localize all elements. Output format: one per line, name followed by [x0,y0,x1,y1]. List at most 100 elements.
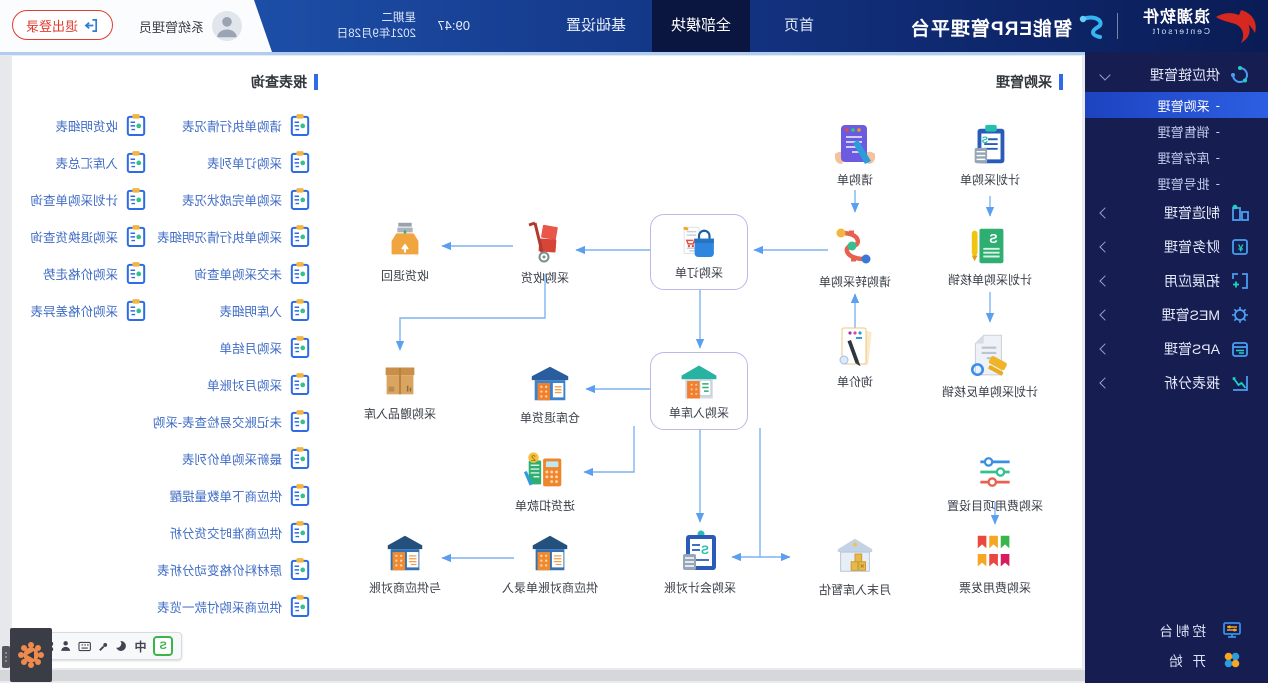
report-item[interactable]: 收货明细表 [55,113,146,137]
report-clipboard-icon [290,224,310,248]
report-item[interactable]: 采购单执行情况明细表 [157,224,310,248]
flow-node-purchase-inbound[interactable]: 采购入库单 [650,352,748,430]
report-item[interactable]: 采购订单列表 [207,150,310,174]
flow-node-accounting-reconcile[interactable]: S 采购会计对账 [625,528,775,596]
node-label: 采购费用发票 [920,579,1070,596]
sidebar-item-sales[interactable]: -销售管理 [1085,118,1268,144]
sogou-logo-icon[interactable]: S [153,636,173,656]
report-label: 采购订单列表 [207,153,282,172]
tab-basic-settings[interactable]: 基础设置 [552,0,640,52]
report-item[interactable]: 供应商采购付款一览表 [157,594,310,618]
platform-s-logo-icon [1076,12,1110,42]
report-clipboard-icon [290,372,310,396]
report-item[interactable]: 最新采购单价列表 [182,446,310,470]
ime-mode-chinese[interactable]: 中 [134,638,146,655]
sidebar-item-inventory[interactable]: -库存管理 [1085,144,1268,170]
title-accent-bar [314,74,318,90]
title-accent-bar [1059,74,1063,90]
report-label: 采购月结单 [219,338,282,357]
node-label: 计划采购单 [915,171,1065,188]
report-item[interactable]: 采购退换货查询 [30,224,146,248]
sidebar-group-finance[interactable]: ¥ 财务管理 [1085,230,1268,264]
report-item[interactable]: 采购月结单 [219,335,310,359]
sidebar-group-extension[interactable]: 拓展应用 [1085,264,1268,298]
svg-text:S: S [701,543,709,557]
floating-tool-widget[interactable] [10,628,52,682]
flow-node-supplier-statement-entry[interactable]: 供应商对账单录入 [475,530,625,596]
horizontal-scrollbar[interactable] [0,670,1085,681]
vertical-scrollbar[interactable] [0,56,10,668]
flow-node-warehouse-return[interactable]: 仓库退货单 [475,360,625,426]
handtruck-icon [521,218,569,266]
sidebar-group-supply-chain[interactable]: 供应链管理 [1085,58,1268,92]
reports-section-title: 报表查询 [251,72,318,92]
flow-node-supplier-reconcile[interactable]: 与供应商对账 [330,530,480,596]
report-item[interactable]: 采购单完成状况表 [182,187,310,211]
green-writeoff-doc-icon: S [967,222,1013,268]
flow-node-inquiry[interactable]: 询价单 [780,322,930,390]
flow-node-req-to-po[interactable]: 请购转采购单 [780,222,930,290]
report-item[interactable]: 采购价格差异表 [30,298,146,322]
report-analysis-icon [1230,373,1250,393]
avatar[interactable] [212,11,242,41]
node-label: 与供应商对账 [330,579,480,596]
report-item[interactable]: 入库明细表 [219,298,310,322]
tab-home[interactable]: 首页 [768,0,830,52]
flow-node-expense-invoice[interactable]: 采购费用发票 [920,530,1070,596]
report-clipboard-icon [290,335,310,359]
console-button[interactable]: 控制台 [1085,615,1268,645]
report-label: 收货明细表 [55,116,118,135]
flow-node-gift-inbound[interactable]: 采购赠品入库 [325,356,475,422]
report-label: 采购月对账单 [207,375,282,394]
sidebar-group-mes[interactable]: MES管理 [1085,298,1268,332]
node-label: 进货扣款单 [470,497,620,514]
exit-door-icon [84,18,99,33]
purchase-order-bag-icon [678,222,720,264]
logout-button[interactable]: 退出登录 [12,10,113,40]
tool-icon[interactable] [98,641,109,652]
sidebar-item-batch[interactable]: -批号管理 [1085,170,1268,196]
sidebar-group-label: APS管理 [1164,339,1220,359]
keyboard-icon[interactable] [78,641,91,652]
node-label: 月末入库暂估 [780,581,930,598]
calculator-deduction-icon: 2 [522,448,568,494]
report-item[interactable]: 入库汇总表 [55,150,146,174]
moon-icon[interactable] [116,640,128,652]
brand-subname: Centersoft [1142,26,1210,36]
node-label: 采购入库单 [669,406,729,420]
widget-handle[interactable] [2,646,10,668]
flow-node-purchase-order[interactable]: 采购订单 [650,214,748,290]
dash: - [1216,176,1220,191]
ime-toolbar[interactable]: S 中 [34,632,182,660]
tab-all-modules[interactable]: 全部模块 [652,0,750,52]
report-item[interactable]: 原材料价格变动分析表 [157,557,310,581]
sidebar-group-aps[interactable]: APS管理 [1085,332,1268,366]
flow-node-monthend-estimate[interactable]: 月末入库暂估 [780,532,930,598]
flow-node-plan-reverse-writeoff[interactable]: 计划采购单反核销 [915,330,1065,400]
date-label: 2021年9月28日 [337,26,416,42]
sidebar-item-label: 采购管理 [1158,96,1210,115]
report-item[interactable]: 计划采购单查询 [30,187,146,211]
report-item[interactable]: 请购单执行情况表 [182,113,310,137]
report-item[interactable]: 供应商准时交货分析 [169,520,310,544]
flow-node-receiving-return[interactable]: 收货退回 [330,218,480,284]
flow-node-planned-purchase-order[interactable]: S 计划采购单 [915,122,1065,188]
flow-node-expense-item-setup[interactable]: 采购费用项目设置 [920,450,1070,514]
report-item[interactable]: 未交采购单查询 [194,261,310,285]
report-item[interactable]: 未记账交易检查表-采购 [153,409,310,433]
sidebar-item-purchase[interactable]: -采购管理 [1085,92,1268,118]
sidebar-group-manufacture[interactable]: 制造管理 [1085,196,1268,230]
flow-node-inbound-deduction[interactable]: 2 进货扣款单 [470,448,620,514]
person-small-icon[interactable] [61,640,72,652]
report-item[interactable]: 采购价格走势 [43,261,146,285]
flow-node-requisition[interactable]: 请购单 [780,120,930,188]
start-button[interactable]: 开 始 [1085,645,1268,675]
flow-node-plan-writeoff[interactable]: S 计划采购单核销 [915,222,1065,288]
report-item[interactable]: 采购月对账单 [207,372,310,396]
chevron-right-icon [1099,241,1110,252]
teal-warehouse-icon [677,360,721,404]
sidebar-group-report-analysis[interactable]: 报表分析 [1085,366,1268,400]
report-item[interactable]: 供应商下单数量提醒 [169,483,310,507]
flow-node-purchase-receiving[interactable]: 采购收货 [470,218,620,286]
blue-warehouse-icon [527,360,573,406]
